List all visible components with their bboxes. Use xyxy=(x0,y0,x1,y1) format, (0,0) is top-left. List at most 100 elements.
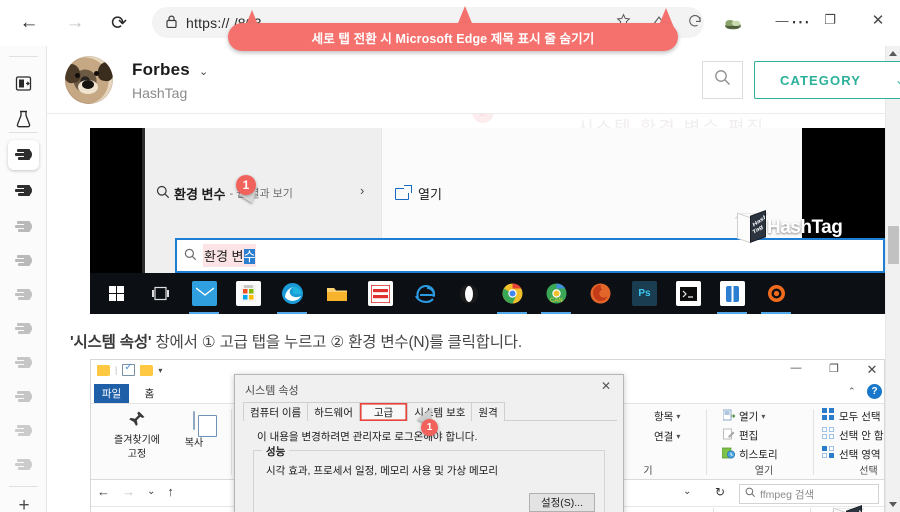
page-viewport: 설정 계정의 환경 변수 편집 웹 검색 › 시스템 환경 변수 편집 제어판 … xyxy=(47,46,900,512)
sidebar-item-tab-9[interactable] xyxy=(8,416,39,446)
search-input-text: 환경 변 xyxy=(204,249,244,264)
page-scrollbar[interactable] xyxy=(885,46,900,512)
browser-back-button[interactable]: ← xyxy=(12,6,46,40)
tab-file[interactable]: 파일 xyxy=(94,384,129,403)
browser-forward-button[interactable]: → xyxy=(58,6,92,40)
maximize-icon: ❐ xyxy=(824,12,836,27)
window-close-button[interactable]: ✕ xyxy=(856,6,900,34)
chevron-down-icon[interactable]: ▾ xyxy=(158,366,162,375)
explorer-close-button[interactable]: ✕ xyxy=(859,362,884,378)
origin-app[interactable] xyxy=(761,281,791,314)
dialog-close-button[interactable]: ✕ xyxy=(595,379,617,395)
explorer-forward-button[interactable]: → xyxy=(122,484,135,499)
blog-favicon-icon xyxy=(15,390,32,405)
ribbon-group-label-select: 선택 xyxy=(859,466,878,477)
explorer-minimize-button[interactable]: — xyxy=(783,362,809,374)
ribbon-group-label-open: 열기 xyxy=(754,466,774,477)
scroll-up-arrow-icon[interactable] xyxy=(889,51,897,56)
select-all-row[interactable]: 모두 선택 xyxy=(821,408,884,424)
copy-button[interactable]: 복사 xyxy=(171,411,217,449)
performance-settings-button[interactable]: 설정(S)... xyxy=(529,493,595,512)
terminal-app[interactable] xyxy=(676,281,701,306)
scroll-down-arrow-icon[interactable] xyxy=(889,502,897,507)
checkbox-icon[interactable] xyxy=(122,362,136,376)
history-label: 히스토리 xyxy=(739,448,778,461)
search-suggestion-row[interactable]: 환경 변수 - 웹 결과 보기 xyxy=(152,176,377,210)
open-row[interactable]: 열기 ▾ xyxy=(721,408,807,424)
blog-favicon-icon xyxy=(15,424,32,439)
task-view-button[interactable] xyxy=(148,281,173,306)
sidebar-item-tab-2[interactable] xyxy=(8,176,39,206)
window-maximize-button[interactable]: ❐ xyxy=(808,6,852,34)
window-minimize-button[interactable]: — xyxy=(760,6,804,34)
select-none-row[interactable]: 선택 안 함 xyxy=(821,427,884,443)
microsoft-edge-app[interactable] xyxy=(277,281,307,314)
browser-essentials-button[interactable] xyxy=(8,104,39,134)
history-icon[interactable] xyxy=(684,12,706,34)
invert-selection-row[interactable]: 선택 영역 반전 xyxy=(821,446,884,462)
easy-access-row[interactable]: 연결 ▾ xyxy=(636,428,702,444)
file-explorer-app[interactable] xyxy=(324,281,349,306)
pin-to-quick-access-button[interactable]: 즐겨찾기에 고정 xyxy=(105,410,169,461)
extensions-icon[interactable] xyxy=(718,8,748,38)
article-paragraph: '시스템 속성' 창에서 ① 고급 탭을 누르고 ② 환경 변수(N)를 클릭합… xyxy=(70,330,522,352)
tab-advanced[interactable]: 고급 xyxy=(358,402,409,421)
sidebar-item-tab-6[interactable] xyxy=(8,314,39,344)
chevron-down-icon[interactable]: ⌄ xyxy=(199,65,208,78)
chevron-down-icon: ▾ xyxy=(676,431,681,441)
address-dropdown-icon[interactable]: ⌄ xyxy=(683,486,691,497)
help-icon[interactable]: ? xyxy=(867,384,882,399)
sidebar-item-tab-1[interactable] xyxy=(8,140,39,170)
explorer-search-input[interactable]: ffmpeg 검색 xyxy=(739,484,879,504)
article-paragraph-quoted: '시스템 속성' xyxy=(70,334,152,351)
internet-explorer-app[interactable] xyxy=(412,281,437,306)
vertical-tabs-toggle-button[interactable] xyxy=(8,68,39,98)
new-tab-button[interactable]: + xyxy=(12,494,36,512)
edit-row[interactable]: 편집 xyxy=(721,427,807,443)
edit-icon xyxy=(721,428,736,443)
category-dropdown[interactable]: CATEGORY ⌄ xyxy=(754,61,900,99)
tab-computer-name[interactable]: 컴퓨터 이름 xyxy=(243,402,309,421)
sidebar-item-tab-3[interactable] xyxy=(8,212,39,242)
sidebar-item-tab-4[interactable] xyxy=(8,246,39,276)
sidebar-item-tab-8[interactable] xyxy=(8,382,39,412)
qat-divider: | xyxy=(115,365,118,375)
column-divider-2[interactable] xyxy=(810,508,811,512)
tab-label: 원격 xyxy=(478,406,498,419)
browser-reload-button[interactable]: ⟳ xyxy=(102,6,136,40)
explorer-back-button[interactable]: ← xyxy=(97,484,110,499)
column-divider-1[interactable] xyxy=(713,508,714,512)
history-row[interactable]: 히스토리 xyxy=(721,446,807,462)
photoshop-app[interactable]: Ps xyxy=(632,281,657,306)
opera-app[interactable] xyxy=(456,281,481,306)
firefox-app[interactable] xyxy=(588,281,613,306)
tab-hardware[interactable]: 하드웨어 xyxy=(307,402,360,421)
edit-label: 편집 xyxy=(739,429,759,442)
explorer-maximize-button[interactable]: ❐ xyxy=(821,362,847,375)
scrollbar-thumb[interactable] xyxy=(888,226,899,264)
mail-app[interactable] xyxy=(189,281,219,314)
sidebar-item-tab-7[interactable] xyxy=(8,348,39,378)
pdf-reader-app[interactable] xyxy=(368,281,393,306)
blog-site-header: Forbes ⌄ HashTag CATEGORY ⌄ xyxy=(47,46,900,114)
folder-icon[interactable] xyxy=(97,364,110,376)
explorer-recent-locations-button[interactable]: ⌄ xyxy=(147,486,155,497)
tab-remote[interactable]: 원격 xyxy=(471,402,505,421)
search-suggestion-query: 환경 변수 xyxy=(174,186,226,202)
explorer-up-button[interactable]: ↑ xyxy=(167,484,174,499)
tab-home[interactable]: 홈 xyxy=(133,384,166,403)
start-button[interactable] xyxy=(104,281,129,306)
chrome-app[interactable] xyxy=(497,281,527,314)
sidebar-item-tab-5[interactable] xyxy=(8,280,39,310)
folder-icon[interactable] xyxy=(140,364,154,376)
explorer-refresh-button[interactable]: ↻ xyxy=(715,485,725,499)
search-open-action[interactable]: 열기 xyxy=(395,184,442,203)
new-items-row[interactable]: 항목 ▾ xyxy=(636,408,702,424)
microsoft-store-app[interactable] xyxy=(236,281,261,306)
ribbon-collapse-icon[interactable]: ⌃ xyxy=(848,386,856,397)
sound-app[interactable] xyxy=(717,281,747,314)
chrome-canary-app[interactable]: CAN xyxy=(541,281,571,314)
site-search-button[interactable] xyxy=(702,61,743,99)
sidebar-item-tab-10[interactable] xyxy=(8,450,39,480)
chevron-right-icon[interactable]: › xyxy=(360,183,364,198)
